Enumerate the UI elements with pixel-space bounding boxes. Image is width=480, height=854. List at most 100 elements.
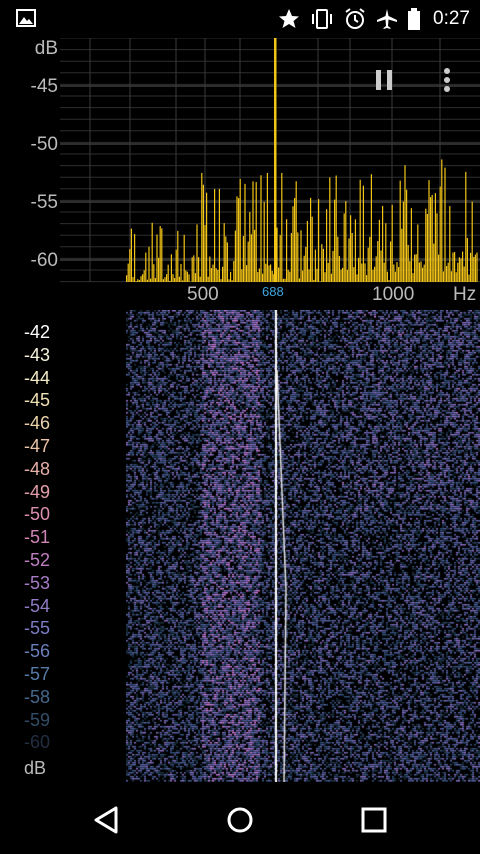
freq-unit-label: Hz — [453, 284, 477, 305]
spectrum-bar — [148, 246, 150, 282]
pause-icon[interactable] — [366, 62, 402, 98]
spectrum-bar — [305, 246, 307, 282]
spectrum-bar — [145, 252, 147, 282]
waterfall-scale-label: -43 — [24, 344, 51, 365]
spectrum-bar — [409, 261, 411, 282]
spectrum-bar — [463, 266, 465, 282]
spectrum-bar — [465, 171, 467, 282]
spectrum-bar — [377, 241, 379, 282]
spectrum-bar — [353, 267, 355, 282]
spectrum-bar — [306, 221, 308, 282]
spectrum-bar — [388, 280, 390, 282]
spectrum-bar — [276, 227, 278, 282]
spectrum-bar — [423, 264, 425, 282]
spectrum-bar — [180, 263, 182, 282]
spectrum-bar — [268, 265, 270, 282]
spectrum-bar — [146, 279, 148, 282]
spectrum-bar — [244, 183, 246, 282]
spectrum-bar — [172, 274, 174, 282]
spectrum-bar — [194, 273, 196, 282]
spectrum-bar — [182, 280, 184, 282]
spectrum-bar — [399, 180, 401, 282]
spectrum-bar — [263, 201, 265, 282]
spectrum-bar — [329, 177, 331, 282]
spectrum-bar — [422, 267, 424, 282]
spectrum-bar — [369, 236, 371, 282]
battery-icon — [408, 8, 421, 30]
spectrum-bar — [473, 256, 475, 282]
spectrum-bar — [303, 255, 305, 282]
spectrum-bar — [378, 219, 380, 282]
spectrum-bar — [337, 236, 339, 282]
spectrum-bar — [287, 269, 289, 282]
spectrum-bar — [380, 250, 382, 282]
spectrum-bar — [314, 249, 316, 282]
spectrum-bar — [338, 256, 340, 282]
spectrum-plot[interactable] — [0, 38, 480, 310]
spectrum-bar — [298, 278, 300, 282]
waterfall-scale-label: -50 — [24, 504, 51, 525]
spectrum-bar — [410, 208, 412, 282]
spectrum-bar — [225, 236, 227, 282]
waterfall-unit-label: dB — [24, 758, 47, 778]
more-vert-icon[interactable] — [429, 62, 465, 98]
spectrum-bar — [290, 233, 292, 282]
spectrum-bar — [364, 263, 366, 282]
waterfall-scale-label: -57 — [24, 664, 51, 684]
spectrum-bar — [233, 261, 235, 282]
spectrum-bar — [415, 254, 417, 282]
home-icon[interactable] — [220, 800, 260, 840]
spectrum-bar — [169, 280, 171, 282]
spectrum-bar — [385, 223, 387, 282]
waterfall-scale-label: -56 — [24, 641, 51, 662]
back-icon[interactable] — [88, 800, 128, 840]
spectrum-bar — [222, 266, 224, 282]
spectrum-bar — [186, 271, 188, 282]
spectrum-bar — [206, 192, 208, 282]
spectrum-bar — [310, 197, 312, 282]
spectrum-bar — [300, 230, 302, 282]
navigation-bar — [0, 782, 480, 854]
spectrum-bar — [198, 257, 200, 282]
spectrum-bar — [164, 277, 166, 282]
spectrum-bar — [207, 276, 209, 282]
spectrum-bar — [191, 257, 193, 282]
spectrum-bar — [476, 252, 478, 282]
spectrum-peak — [274, 38, 277, 282]
image-icon — [16, 9, 36, 27]
spectrum-bar — [159, 226, 161, 282]
spectrum-bar — [417, 224, 419, 282]
spectrum-bar — [255, 182, 257, 282]
spectrum-bar — [199, 276, 201, 282]
spectrum-bar — [238, 198, 240, 282]
spectrum-bar — [386, 271, 388, 282]
spectrum-bar — [433, 243, 435, 282]
spectrum-bar — [174, 278, 176, 282]
spectrum-bar — [270, 264, 272, 282]
spectrum-bar — [450, 271, 452, 282]
spectrum-bar — [396, 262, 398, 282]
spectrum-bar — [226, 242, 228, 282]
spectrum-bar — [289, 271, 291, 282]
spectrum-bar — [260, 175, 262, 282]
spectrum-bar — [252, 181, 254, 282]
spectrum-bar — [319, 281, 321, 282]
spectrum-bar — [340, 269, 342, 282]
spectrum-bar — [286, 219, 288, 282]
spectrum-bar — [426, 213, 428, 282]
spectrum-bar — [441, 159, 443, 282]
spectrum-bar — [372, 269, 374, 282]
recents-icon[interactable] — [354, 800, 394, 840]
waterfall-scale-label: -55 — [24, 618, 51, 639]
spectrum-bar — [129, 249, 131, 282]
spectrum-bar — [330, 273, 332, 282]
spectrum-bar — [401, 228, 403, 282]
spectrum-bar — [185, 270, 187, 282]
spectrum-bar — [178, 276, 180, 282]
spectrum-bar — [412, 273, 414, 282]
waterfall-spectrogram[interactable] — [126, 310, 480, 782]
clock: 0:27 — [433, 8, 470, 29]
spectrum-bar — [361, 263, 363, 282]
spectrum-bar — [177, 230, 179, 282]
spectrum-bar — [170, 254, 172, 282]
